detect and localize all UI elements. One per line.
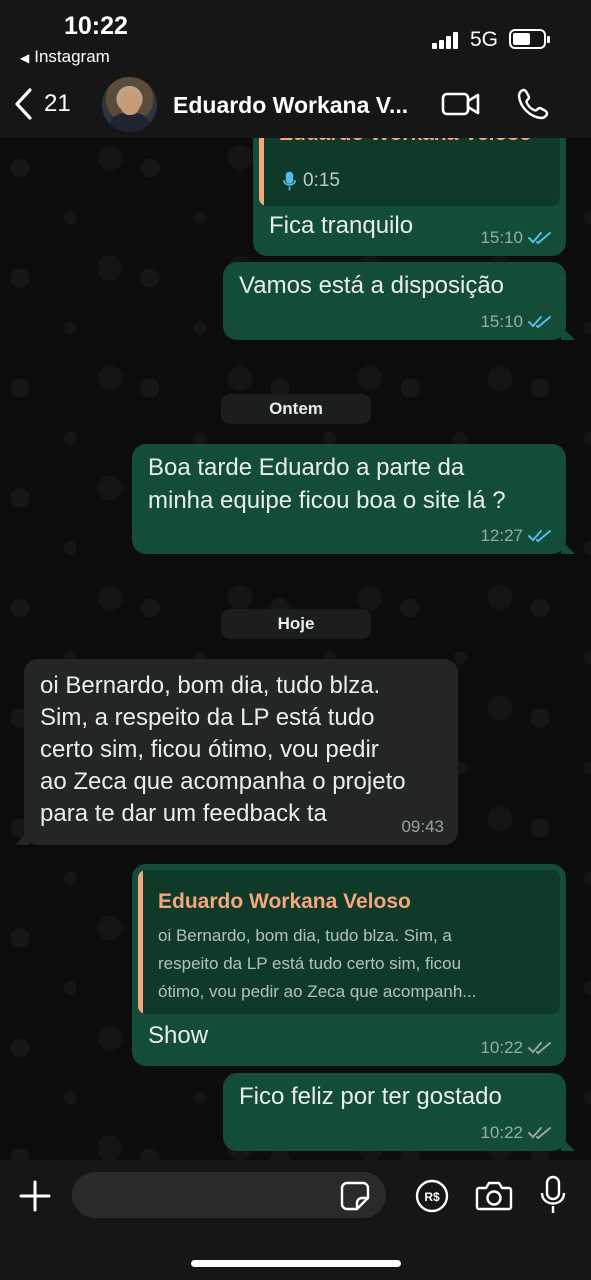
status-bar: 10:22 ◀ Instagram 5G xyxy=(0,0,591,72)
message-time: 12:27 xyxy=(480,526,523,545)
back-to-app-link[interactable]: ◀ Instagram xyxy=(20,47,110,67)
day-separator: Hoje xyxy=(221,609,371,639)
composer-bar: R$ xyxy=(0,1160,591,1280)
quote-text-line: respeito da LP está tudo certo sim, fico… xyxy=(158,954,462,973)
chat-header: 21 Eduardo Workana V... xyxy=(0,72,591,138)
message-bubble-outgoing[interactable]: Boa tarde Eduardo a parte da minha equip… xyxy=(132,444,575,554)
read-ticks-icon xyxy=(528,232,551,245)
message-text-line: minha equipe ficou boa o site lá ? xyxy=(148,487,506,514)
unread-count: 21 xyxy=(44,90,71,117)
message-meta: 15:10 xyxy=(480,312,552,332)
bubble-tail xyxy=(561,1137,575,1151)
message-text: Fico feliz por ter gostado xyxy=(239,1083,502,1110)
back-button[interactable]: 21 xyxy=(12,86,71,122)
signal-icon xyxy=(432,31,462,49)
message-text-line: Sim, a respeito da LP está tudo xyxy=(40,704,375,731)
clock: 10:22 xyxy=(64,12,128,40)
quote-author: Eduardo Workana Veloso xyxy=(158,890,411,913)
bubble-tail xyxy=(561,540,575,554)
message-time: 09:43 xyxy=(401,817,444,836)
message-text-line: ao Zeca que acompanha o projeto xyxy=(40,768,406,795)
message-bubble-outgoing[interactable]: Fico feliz por ter gostado 10:22 xyxy=(223,1073,575,1151)
quote-accent-bar xyxy=(138,870,143,1014)
sticker-icon[interactable] xyxy=(340,1181,370,1211)
message-text-line: oi Bernardo, bom dia, tudo blza. xyxy=(40,672,381,699)
network-type: 5G xyxy=(470,28,499,51)
quote-text-line: ótimo, vou pedir ao Zeca que acompanh... xyxy=(158,982,477,1001)
home-indicator[interactable] xyxy=(191,1260,401,1267)
message-text: Vamos está a disposição xyxy=(239,272,505,299)
message-input[interactable] xyxy=(72,1172,386,1218)
read-ticks-icon xyxy=(528,530,551,543)
back-chevron-icon xyxy=(15,88,32,120)
camera-icon[interactable] xyxy=(475,1180,513,1212)
message-bubble-outgoing[interactable]: Vamos está a disposição 15:10 xyxy=(223,262,575,340)
mic-icon[interactable] xyxy=(540,1175,566,1215)
bubble-tail xyxy=(15,831,29,845)
read-ticks-icon xyxy=(528,316,551,329)
audio-duration: 0:15 xyxy=(303,170,340,191)
quote-author: Eduardo Workana Veloso xyxy=(279,138,532,146)
delivered-ticks-icon xyxy=(528,1127,551,1140)
message-bubble-outgoing[interactable]: Eduardo Workana Veloso oi Bernardo, bom … xyxy=(132,864,566,1066)
message-meta: 12:27 xyxy=(480,526,552,546)
plus-icon[interactable] xyxy=(18,1179,52,1213)
message-text: Fica tranquilo xyxy=(269,212,414,239)
back-triangle-icon: ◀ xyxy=(20,51,30,65)
message-text-line: certo sim, ficou ótimo, vou pedir xyxy=(40,736,379,763)
bubble-tail xyxy=(561,326,575,340)
pay-icon[interactable]: R$ xyxy=(415,1179,449,1213)
quote-audio: 0:15 xyxy=(283,170,340,192)
video-call-icon[interactable] xyxy=(441,89,481,119)
phone-icon[interactable] xyxy=(516,87,550,121)
microphone-audio-icon xyxy=(283,171,296,191)
quote-accent-bar xyxy=(259,138,264,206)
message-meta: 10:22 xyxy=(480,1123,552,1143)
day-separator: Ontem xyxy=(221,394,371,424)
chat-area[interactable]: Eduardo Workana Veloso 0:15 Fica tranqui… xyxy=(0,138,591,1160)
message-meta: 15:10 xyxy=(480,228,552,248)
delivered-ticks-icon xyxy=(528,1042,551,1055)
message-text-line: para te dar um feedback ta xyxy=(40,800,327,827)
message-time: 15:10 xyxy=(480,228,523,247)
quoted-message[interactable]: Eduardo Workana Veloso oi Bernardo, bom … xyxy=(138,870,560,1014)
message-text: Show xyxy=(148,1022,209,1049)
message-time: 10:22 xyxy=(480,1038,523,1057)
message-bubble-outgoing[interactable]: Eduardo Workana Veloso 0:15 Fica tranqui… xyxy=(253,138,566,256)
battery-icon xyxy=(509,29,550,49)
message-meta: 10:22 xyxy=(480,1038,552,1058)
message-time: 10:22 xyxy=(480,1123,523,1142)
message-bubble-incoming[interactable]: oi Bernardo, bom dia, tudo blza. Sim, a … xyxy=(15,659,458,845)
message-meta: 09:43 xyxy=(401,817,444,837)
back-app-label: Instagram xyxy=(34,47,110,66)
quote-text-line: oi Bernardo, bom dia, tudo blza. Sim, a xyxy=(158,926,452,945)
quoted-message[interactable]: Eduardo Workana Veloso 0:15 xyxy=(259,138,560,206)
message-text-line: Boa tarde Eduardo a parte da xyxy=(148,454,465,481)
message-time: 15:10 xyxy=(480,312,523,331)
svg-text:R$: R$ xyxy=(424,1190,440,1204)
contact-name[interactable]: Eduardo Workana V... xyxy=(173,92,408,119)
contact-avatar[interactable] xyxy=(102,77,157,132)
